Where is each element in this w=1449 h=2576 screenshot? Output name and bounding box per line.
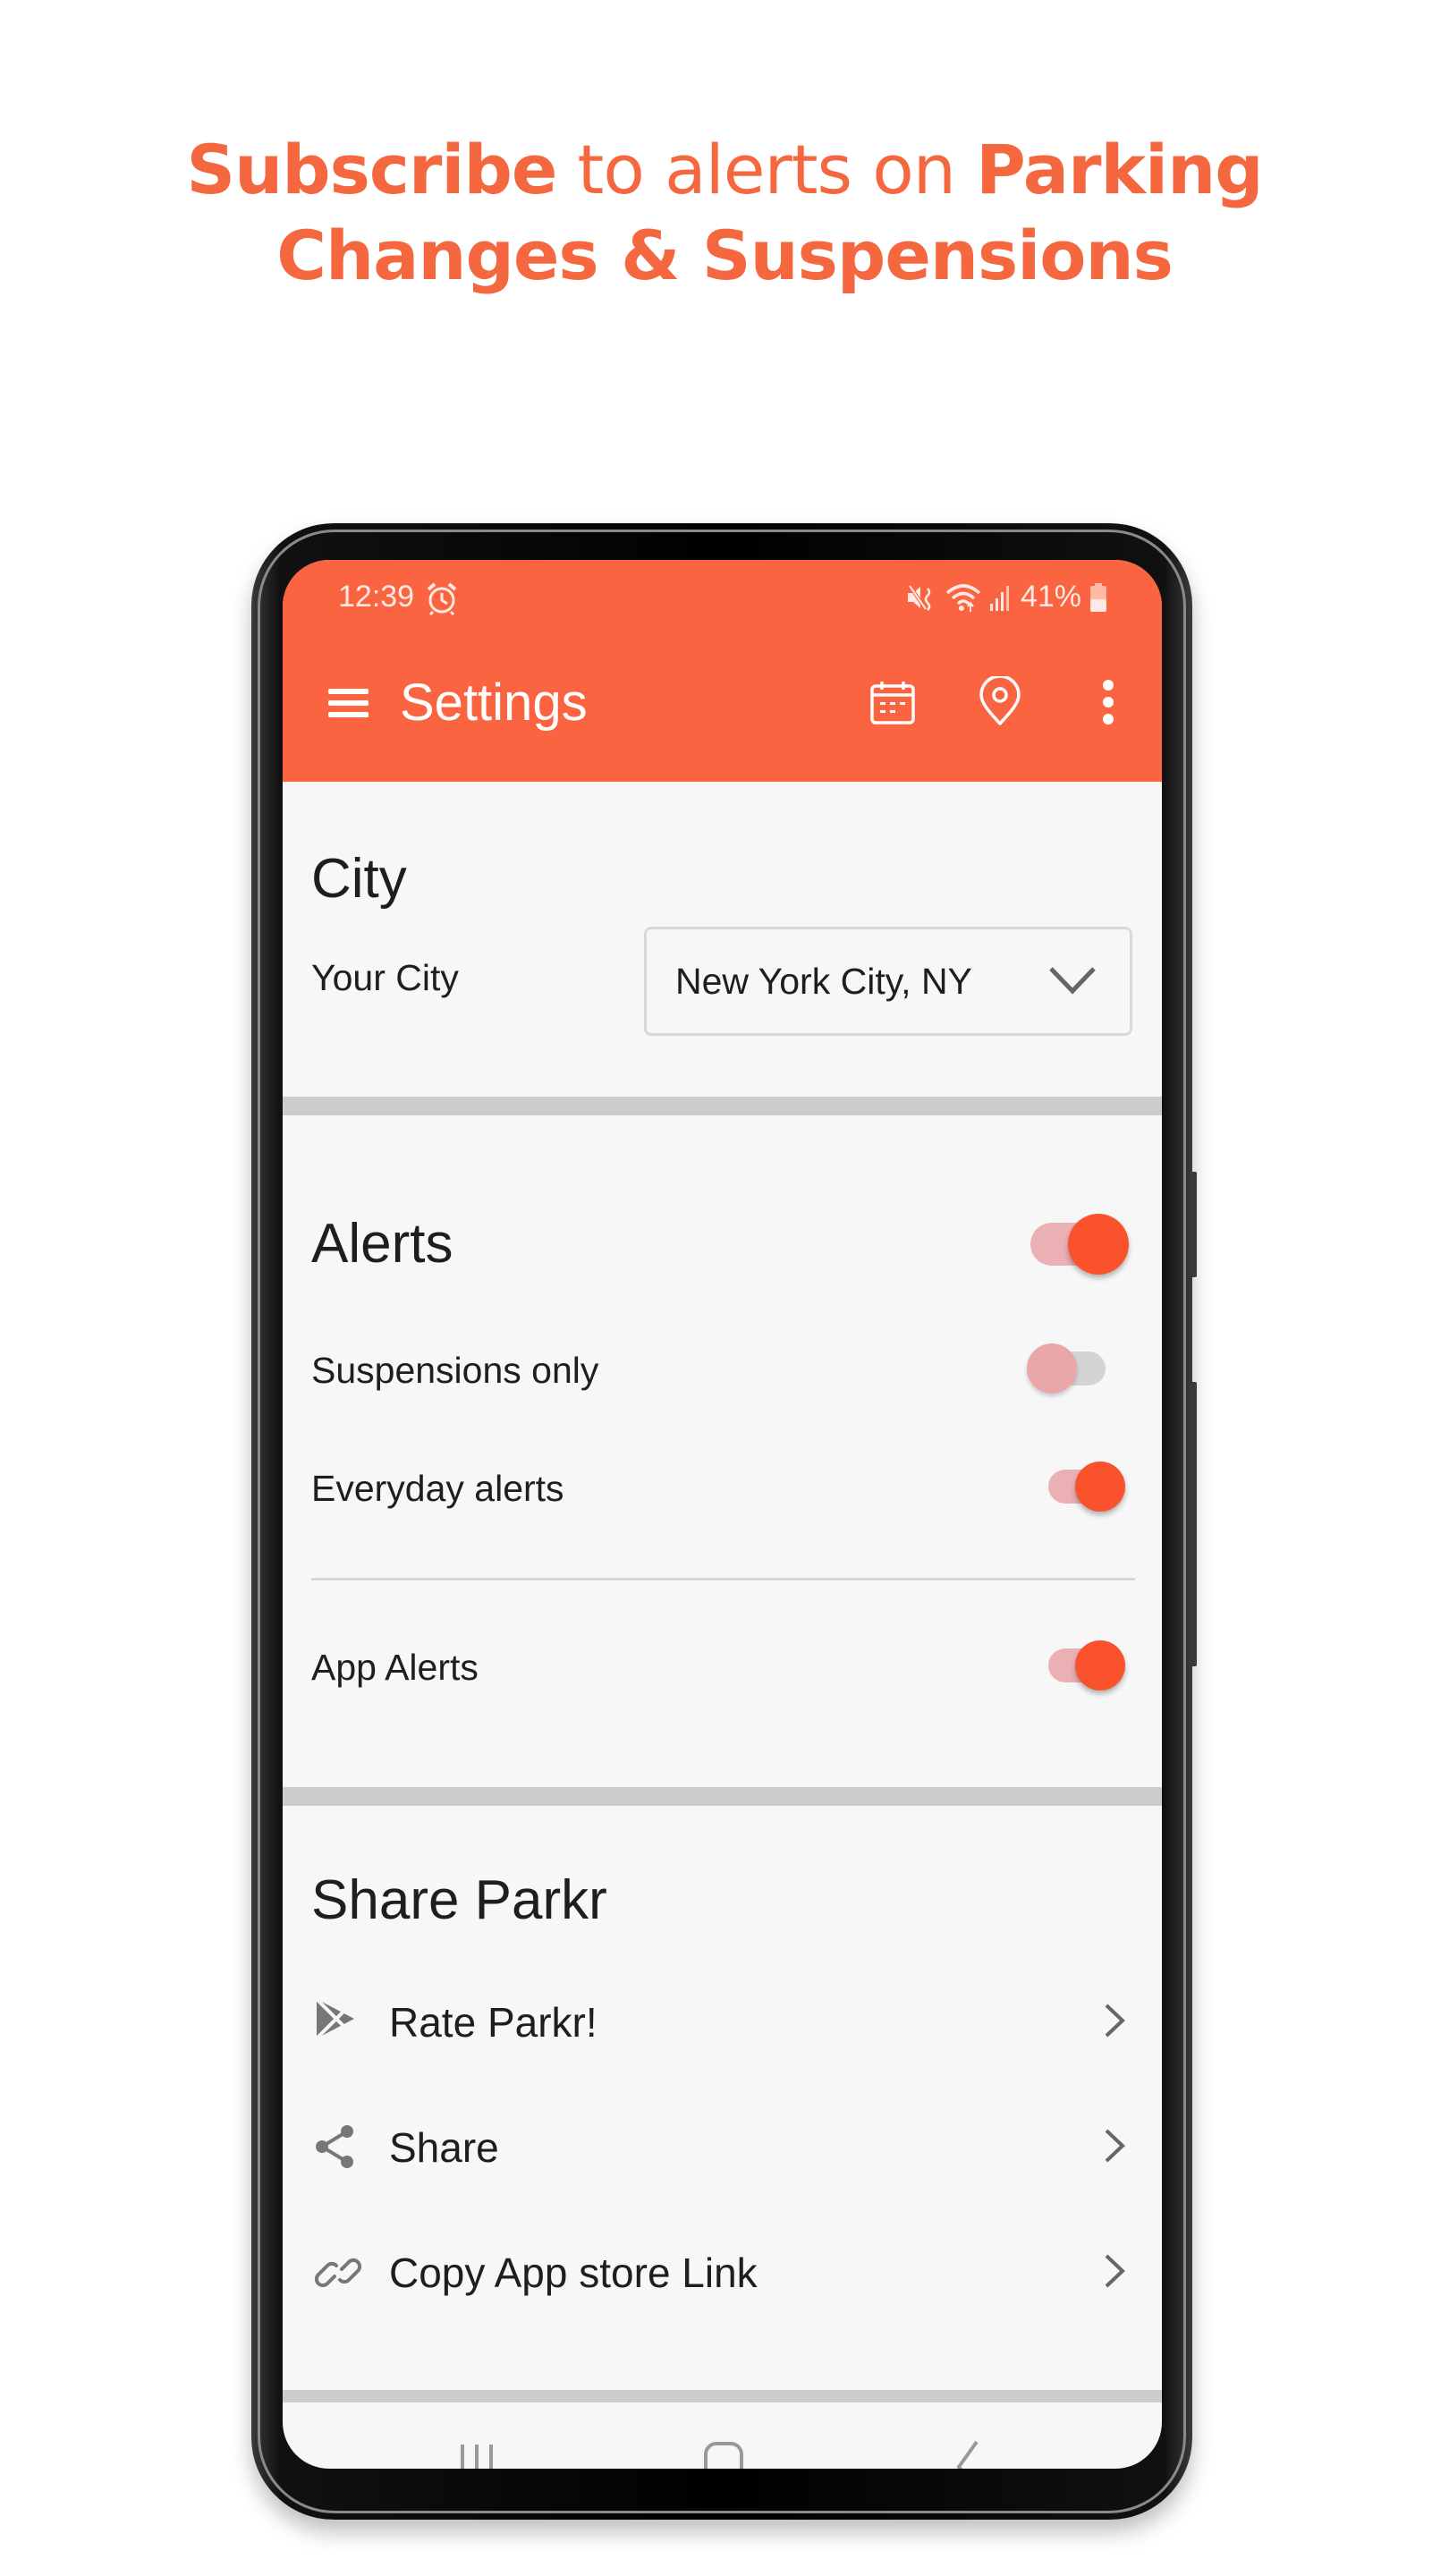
status-time: 12:39 [338,580,415,614]
location-pin-icon[interactable] [979,676,1021,726]
alerts-separator [311,1578,1135,1580]
your-city-label: Your City [311,957,459,998]
battery-percent: 41% [1020,580,1081,614]
section-divider [283,1787,1162,1806]
back-icon[interactable] [953,2440,980,2469]
page-title: Settings [400,674,588,732]
signal-icon [989,585,1009,611]
chevron-right-icon [1105,2004,1125,2038]
toggle-thumb [1075,1462,1125,1512]
battery-icon [1090,582,1106,612]
city-dropdown-value: New York City, NY [675,961,972,1002]
toggle-thumb [1068,1214,1129,1275]
menu-icon[interactable] [328,689,369,719]
toggle-thumb [1027,1343,1077,1394]
alerts-section-title: Alerts [311,1213,453,1275]
rate-parkr-label: Rate Parkr! [389,1999,597,2046]
suspensions-only-label: Suspensions only [311,1350,599,1391]
headline-bold-subscribe: Subscribe [186,130,557,209]
app-alerts-toggle[interactable] [1048,1640,1134,1693]
chevron-right-icon [1105,2254,1125,2288]
section-divider [283,2390,1162,2402]
copy-app-store-link-item[interactable]: Copy App store Link [283,2228,1162,2318]
home-icon[interactable] [703,2442,744,2469]
headline-bold-changes: Changes & Suspensions [276,216,1174,295]
everyday-alerts-toggle[interactable] [1048,1461,1134,1514]
share-label: Share [389,2124,499,2171]
headline-regular-text: to alerts on [556,130,977,209]
phone-volume-button [1190,1172,1197,1277]
chevron-down-icon [1049,967,1096,995]
play-store-icon [315,1997,354,2040]
alarm-icon [427,582,457,615]
toggle-thumb [1075,1640,1125,1690]
rate-parkr-item[interactable]: Rate Parkr! [283,1978,1162,2067]
promo-headline-line-1: Subscribe to alerts on Parking [0,127,1449,213]
copy-link-label: Copy App store Link [389,2250,758,2296]
suspensions-only-toggle[interactable] [1027,1343,1113,1396]
recents-icon[interactable] [457,2443,496,2469]
app-alerts-label: App Alerts [311,1647,479,1688]
alerts-master-toggle[interactable] [1030,1212,1131,1276]
section-divider [283,1097,1162,1115]
calendar-icon[interactable] [870,680,915,724]
share-section-title: Share Parkr [311,1869,607,1931]
app-bar: 12:39 41% Settings [283,560,1162,782]
mute-icon [907,584,931,611]
city-section-title: City [311,848,407,910]
phone-power-button [1190,1382,1197,1666]
status-icons: 41% [906,580,1106,614]
promo-headline-line-2: Changes & Suspensions [0,213,1449,299]
chevron-right-icon [1105,2129,1125,2163]
share-item[interactable]: Share [283,2103,1162,2192]
share-icon [316,2125,353,2168]
everyday-alerts-label: Everyday alerts [311,1468,564,1509]
wifi-icon [945,583,981,612]
phone-screen: 12:39 41% Settings City Your City New Yo… [283,560,1162,2469]
link-icon [315,2258,361,2288]
more-vert-icon[interactable] [1095,680,1122,724]
city-dropdown[interactable]: New York City, NY [644,927,1132,1036]
headline-bold-parking: Parking [976,130,1264,209]
